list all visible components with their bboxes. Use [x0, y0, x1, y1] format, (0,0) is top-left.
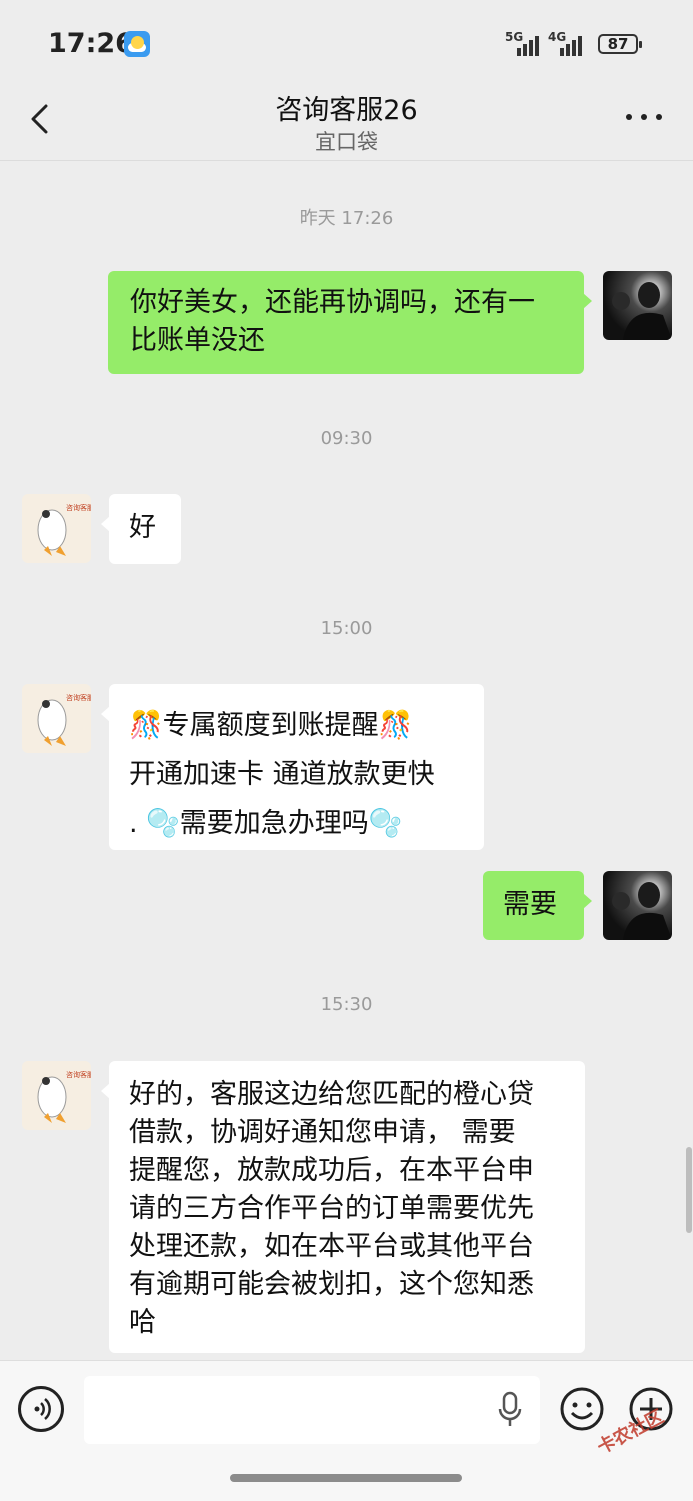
- chat-title: 咨询客服26: [275, 95, 418, 126]
- message-input[interactable]: [84, 1376, 540, 1444]
- message-bubble-incoming[interactable]: 🎊专属额度到账提醒🎊 开通加速卡 通道放款更快 . 🫧需要加急办理吗🫧: [101, 684, 484, 850]
- status-time: 17:26: [48, 28, 134, 59]
- home-indicator[interactable]: [230, 1474, 462, 1482]
- weather-icon: [124, 31, 150, 57]
- svg-text:咨询客服: 咨询客服: [66, 503, 91, 512]
- message-bubble-incoming[interactable]: 好的，客服这边给您匹配的橙心贷 借款，协调好通知您申请， 需要 提醒您，放款成功…: [101, 1061, 585, 1353]
- agent-avatar[interactable]: 咨询客服: [22, 684, 91, 753]
- voice-input-icon[interactable]: [18, 1386, 64, 1432]
- chat-scrollbar[interactable]: [686, 1147, 692, 1233]
- message-timestamp: 09:30: [320, 428, 373, 449]
- my-avatar[interactable]: [603, 271, 672, 340]
- message-bubble-outgoing[interactable]: 需要: [483, 871, 592, 940]
- chat-header: 咨询客服26 宜口袋: [0, 88, 693, 160]
- agent-avatar[interactable]: 咨询客服: [22, 1061, 91, 1130]
- more-options-icon[interactable]: [626, 114, 662, 122]
- agent-avatar[interactable]: 咨询客服: [22, 494, 91, 563]
- message-timestamp: 15:00: [320, 618, 373, 639]
- svg-text:咨询客服: 咨询客服: [66, 1070, 91, 1079]
- chat-subtitle: 宜口袋: [315, 130, 378, 154]
- microphone-icon[interactable]: [498, 1391, 522, 1429]
- svg-text:咨询客服: 咨询客服: [66, 693, 91, 702]
- emoji-icon[interactable]: [559, 1386, 605, 1432]
- signal-4g-icon: 4G: [548, 30, 594, 56]
- header-divider: [0, 160, 693, 161]
- my-avatar[interactable]: [603, 871, 672, 940]
- message-timestamp: 昨天 17:26: [299, 208, 394, 229]
- message-timestamp: 15:30: [320, 994, 373, 1015]
- signal-5g-icon: 5G: [505, 30, 551, 56]
- battery-icon: 87: [598, 34, 642, 54]
- message-bubble-incoming[interactable]: 好: [101, 494, 181, 564]
- battery-level: 87: [607, 35, 629, 53]
- status-bar: 17:26 5G 4G 87: [0, 0, 693, 88]
- message-bubble-outgoing[interactable]: 你好美女，还能再协调吗，还有一 比账单没还: [108, 271, 592, 374]
